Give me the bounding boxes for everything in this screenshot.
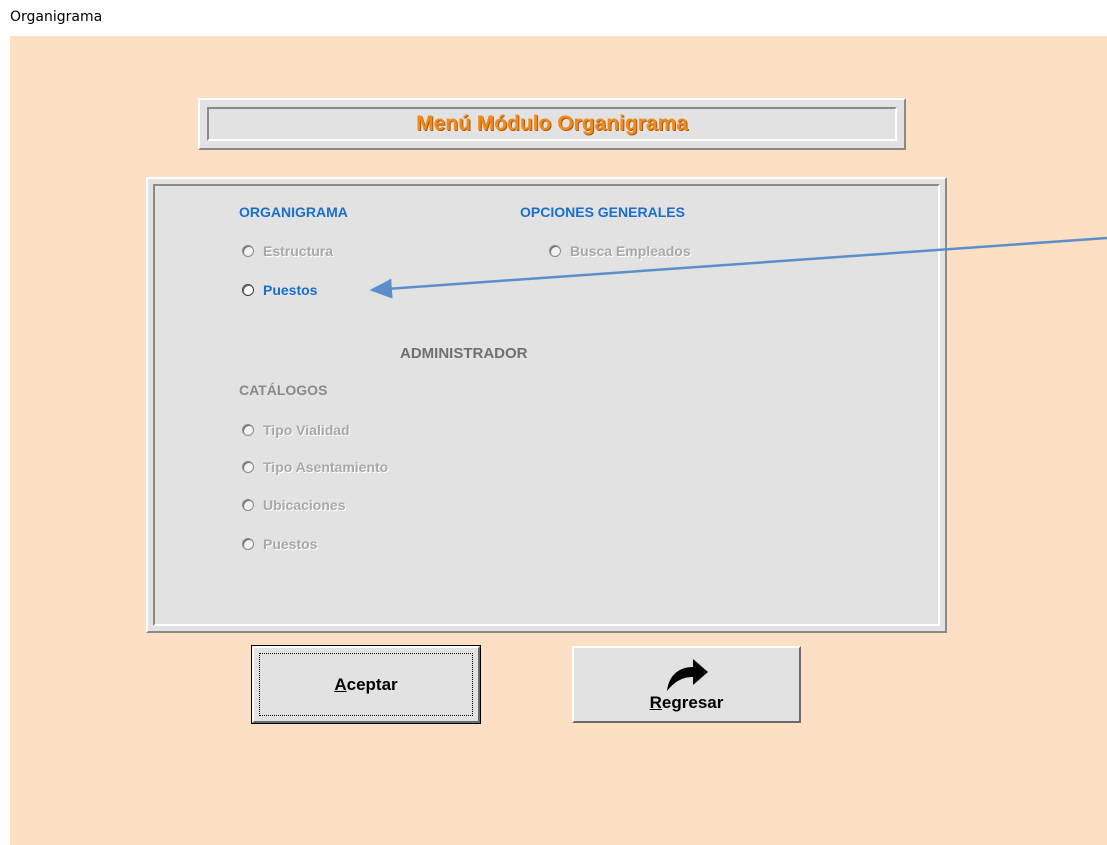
back-button-label: Regresar <box>649 693 724 712</box>
section-generales-label: OPCIONES GENERALES <box>520 204 685 220</box>
accept-button[interactable]: Aceptar <box>251 645 481 724</box>
section-organigrama-label: ORGANIGRAMA <box>239 204 348 220</box>
radio-circle-icon <box>242 284 254 296</box>
radio-circle-icon <box>242 245 254 257</box>
back-button[interactable]: Regresar <box>572 646 801 723</box>
header-inner-frame: Menú Módulo Organigrama <box>207 107 897 141</box>
catalogos-label: CATÁLOGOS <box>239 382 328 398</box>
accept-focus-rect: Aceptar <box>259 653 473 716</box>
radio-label: Puestos <box>263 536 318 552</box>
radio-label: Puestos <box>263 282 318 298</box>
radio-label: Ubicaciones <box>263 497 346 513</box>
radio-circle-icon <box>242 424 254 436</box>
radio-circle-icon <box>242 461 254 473</box>
radio-label: Estructura <box>263 243 334 259</box>
radio-circle-icon <box>549 245 561 257</box>
radio-circle-icon <box>242 538 254 550</box>
curved-arrow-icon <box>666 659 708 691</box>
page-title: Menú Módulo Organigrama <box>416 112 688 135</box>
accept-button-label: Aceptar <box>334 674 398 694</box>
radio-catalogo-puestos[interactable]: Puestos <box>242 536 317 552</box>
radio-label: Tipo Asentamiento <box>263 459 389 475</box>
section-administrador-label: ADMINISTRADOR <box>400 345 528 362</box>
radio-ubicaciones[interactable]: Ubicaciones <box>242 497 345 513</box>
radio-label: Busca Empleados <box>570 243 691 259</box>
radio-circle-icon <box>242 499 254 511</box>
radio-estructura[interactable]: Estructura <box>242 243 333 259</box>
window-title: Organigrama <box>10 9 103 25</box>
radio-puestos[interactable]: Puestos <box>242 282 317 298</box>
header-banner: Menú Módulo Organigrama <box>198 98 906 150</box>
radio-label: Tipo Vialidad <box>263 422 350 438</box>
radio-tipo-vialidad[interactable]: Tipo Vialidad <box>242 422 350 438</box>
radio-tipo-asentamiento[interactable]: Tipo Asentamiento <box>242 459 388 475</box>
radio-busca-empleados[interactable]: Busca Empleados <box>549 243 691 259</box>
